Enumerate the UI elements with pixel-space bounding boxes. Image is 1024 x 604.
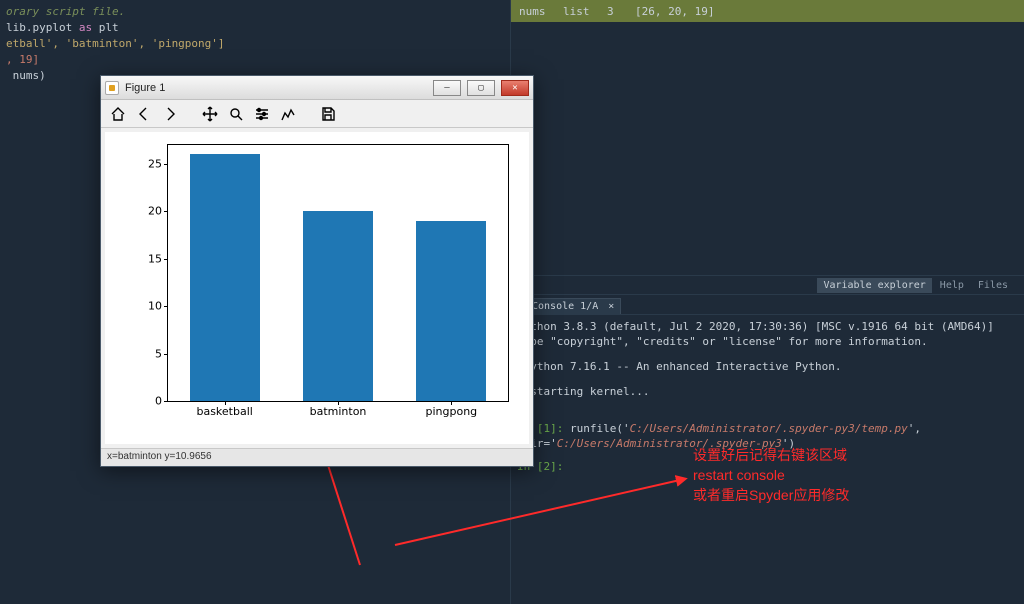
edit-axes-icon[interactable] — [279, 105, 297, 123]
var-size: 3 — [607, 5, 625, 18]
var-value: [26, 20, 19] — [635, 5, 714, 18]
window-title: Figure 1 — [125, 82, 427, 94]
tab-help[interactable]: Help — [934, 278, 970, 293]
figure-status-bar: x=batminton y=10.9656 — [101, 448, 533, 466]
code-line: , 19] — [6, 52, 504, 68]
ytick-label: 5 — [155, 347, 162, 360]
xtick-label: batminton — [310, 405, 367, 418]
ytick-label: 25 — [148, 157, 162, 170]
variable-explorer-row[interactable]: nums list 3 [26, 20, 19] — [511, 0, 1024, 22]
code-line: lib.pyplot as plt — [6, 20, 504, 36]
axes: 0510152025basketballbatmintonpingpong — [167, 144, 509, 402]
maximize-button[interactable]: ▢ — [467, 80, 495, 96]
ytick-label: 15 — [148, 252, 162, 265]
forward-icon[interactable] — [161, 105, 179, 123]
right-pane-tabs: Variable explorer Help Files — [511, 275, 1024, 295]
bar — [303, 211, 373, 401]
app-icon — [105, 81, 119, 95]
save-icon[interactable] — [319, 105, 337, 123]
close-button[interactable]: ✕ — [501, 80, 529, 96]
minimize-button[interactable]: — — [433, 80, 461, 96]
home-icon[interactable] — [109, 105, 127, 123]
var-name: nums — [519, 5, 553, 18]
right-pane: nums list 3 [26, 20, 19] Variable explor… — [510, 0, 1024, 604]
window-title-bar[interactable]: Figure 1 — ▢ ✕ — [101, 76, 533, 100]
bar — [416, 221, 486, 401]
tab-files[interactable]: Files — [972, 278, 1014, 293]
matplotlib-toolbar — [101, 100, 533, 128]
bar — [190, 154, 260, 401]
pan-icon[interactable] — [201, 105, 219, 123]
ytick-label: 0 — [155, 395, 162, 408]
console-line: Type "copyright", "credits" or "license"… — [517, 334, 1018, 349]
figure-window[interactable]: Figure 1 — ▢ ✕ 0 5 10 15 20 25 basketball batmi… — [100, 75, 534, 467]
console-line: IPython 7.16.1 -- An enhanced Interactiv… — [517, 359, 1018, 374]
xtick-label: basketball — [196, 405, 252, 418]
back-icon[interactable] — [135, 105, 153, 123]
configure-subplots-icon[interactable] — [253, 105, 271, 123]
console-tab-bar: Console 1/A × — [511, 295, 1024, 315]
code-line: orary script file. — [6, 4, 504, 20]
annotation-text: 设置好后记得右键该区域 restart console 或者重启Spyder应用… — [693, 445, 849, 505]
code-line: etball', 'batminton', 'pingpong'] — [6, 36, 504, 52]
xtick-label: pingpong — [425, 405, 477, 418]
tab-variable-explorer[interactable]: Variable explorer — [817, 278, 931, 293]
var-type: list — [563, 5, 597, 18]
close-icon[interactable]: × — [608, 301, 614, 312]
ytick-label: 20 — [148, 205, 162, 218]
zoom-icon[interactable] — [227, 105, 245, 123]
console-tab-label: Console 1/A — [532, 301, 598, 312]
console-line: Python 3.8.3 (default, Jul 2 2020, 17:30… — [517, 319, 1018, 334]
ytick-label: 10 — [148, 300, 162, 313]
figure-canvas[interactable]: 0 5 10 15 20 25 basketball batminton pingpong — [105, 132, 529, 444]
console-tab[interactable]: Console 1/A × — [525, 298, 621, 314]
console-line: Restarting kernel... — [517, 384, 1018, 399]
